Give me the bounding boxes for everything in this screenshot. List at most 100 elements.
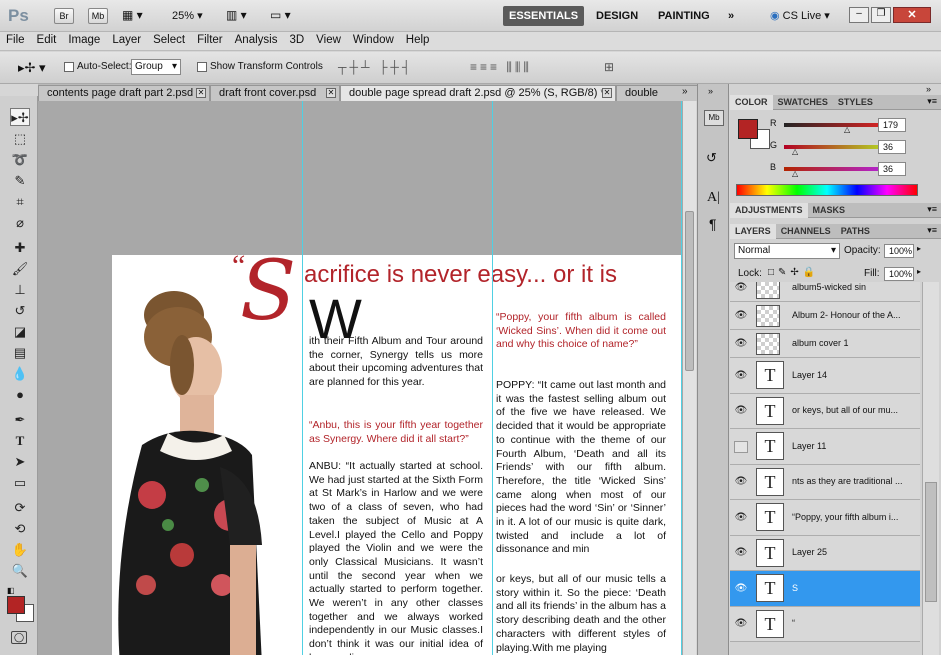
layer-visibility-icon[interactable]	[734, 440, 748, 453]
bridge-button[interactable]: Br	[54, 8, 74, 24]
fill-field[interactable]: 100%	[884, 267, 914, 281]
document-tab[interactable]: contents page draft part 2.psd ✕	[38, 85, 210, 101]
layer-row[interactable]: T Layer 11	[730, 429, 920, 465]
layer-row[interactable]: 👁 T “Poppy, your fifth album i...	[730, 500, 920, 536]
lasso-tool-icon[interactable]: ➰	[10, 151, 30, 169]
guide-line[interactable]	[492, 101, 493, 655]
panel-tab-color[interactable]: COLOR	[730, 95, 773, 110]
auto-align-icon[interactable]: ⊞	[604, 60, 614, 74]
quick-mask-icon[interactable]: ◯	[11, 631, 27, 644]
scrollbar-thumb[interactable]	[685, 211, 694, 371]
layer-row[interactable]: 👁 T Layer 25	[730, 535, 920, 571]
view-extras-icon[interactable]: ▦ ▾	[122, 8, 152, 24]
layer-row[interactable]: 👁 album cover 1	[730, 330, 920, 358]
blend-mode-dropdown[interactable]: Normal ▾	[734, 243, 840, 259]
menu-image[interactable]: Image	[62, 32, 106, 46]
canvas-area[interactable]: “ S acrifice is never easy... or it is W…	[38, 101, 682, 655]
minimize-button[interactable]: –	[849, 7, 869, 23]
eyedropper-tool-icon[interactable]: ⌀	[10, 214, 30, 232]
clone-stamp-tool-icon[interactable]: ⊥	[10, 281, 30, 299]
layer-row[interactable]: 👁 T “	[730, 606, 920, 642]
3d-orbit-tool-icon[interactable]: ⟲	[10, 520, 30, 538]
layer-visibility-icon[interactable]: 👁	[734, 338, 748, 350]
menu-layer[interactable]: Layer	[106, 32, 147, 46]
align-buttons-icon[interactable]: ┬┼┴ ├┼┤	[338, 60, 413, 74]
layer-visibility-icon[interactable]: 👁	[734, 583, 748, 595]
panel-tab-styles[interactable]: STYLES	[833, 95, 878, 110]
mini-bridge-panel-icon[interactable]: Mb	[704, 110, 724, 126]
menu-analysis[interactable]: Analysis	[229, 32, 284, 46]
layer-row[interactable]: 👁 Tor keys, but all of our mu...	[730, 393, 920, 429]
layer-row[interactable]: 👁 Tnts as they are traditional ...	[730, 464, 920, 500]
mini-bridge-button[interactable]: Mb	[88, 8, 108, 24]
zoom-level-dropdown[interactable]: 25% ▾	[172, 9, 203, 22]
layer-visibility-icon[interactable]: 👁	[734, 547, 748, 559]
character-panel-icon[interactable]: A|	[707, 190, 720, 206]
distribute-buttons-icon[interactable]: ≡≡≡ ⫼⫼⫼	[470, 60, 532, 75]
menu-help[interactable]: Help	[400, 32, 436, 46]
eraser-tool-icon[interactable]: ◪	[10, 323, 30, 341]
blue-value-field[interactable]: 36	[878, 162, 906, 176]
tabs-overflow-icon[interactable]: »	[682, 86, 688, 97]
guide-line[interactable]	[302, 101, 303, 655]
zoom-tool-icon[interactable]: 🔍	[10, 562, 30, 580]
layer-visibility-icon[interactable]: 👁	[734, 370, 748, 382]
layer-visibility-icon[interactable]: 👁	[734, 476, 748, 488]
gradient-tool-icon[interactable]: ▤	[10, 344, 30, 362]
quick-selection-tool-icon[interactable]: ✎	[10, 172, 30, 190]
blue-slider-handle[interactable]: △	[792, 169, 798, 178]
canvas-vertical-scrollbar[interactable]	[682, 101, 696, 655]
layer-visibility-icon[interactable]: 👁	[734, 405, 748, 417]
document-canvas[interactable]: “ S acrifice is never easy... or it is W…	[112, 255, 682, 655]
menu-filter[interactable]: Filter	[191, 32, 229, 46]
workspace-painting-button[interactable]: PAINTING	[652, 6, 716, 26]
menu-file[interactable]: File	[0, 32, 31, 46]
auto-select-dropdown[interactable]: Group ▾	[131, 59, 181, 75]
foreground-color-box[interactable]	[738, 119, 758, 139]
panel-tab-adjustments[interactable]: ADJUSTMENTS	[730, 203, 808, 218]
path-selection-tool-icon[interactable]: ➤	[10, 453, 30, 471]
collapse-dock-icon[interactable]: »	[708, 86, 713, 96]
menu-window[interactable]: Window	[347, 32, 400, 46]
default-colors-icon[interactable]: ◧	[7, 586, 15, 595]
layers-scrollbar-thumb[interactable]	[925, 482, 937, 602]
pen-tool-icon[interactable]: ✒	[10, 411, 30, 429]
close-tab-icon[interactable]: ✕	[326, 88, 336, 98]
paragraph-panel-icon[interactable]: ¶	[709, 216, 717, 232]
foreground-color-swatch[interactable]	[7, 596, 25, 614]
layer-row[interactable]: 👁 album5-wicked sin	[730, 282, 920, 302]
panel-tab-channels[interactable]: CHANNELS	[776, 224, 836, 239]
red-slider-handle[interactable]: △	[844, 125, 850, 134]
move-tool-preset-icon[interactable]: ▸✢ ▾	[18, 60, 46, 76]
brush-tool-icon[interactable]: 🖌	[10, 260, 30, 278]
menu-select[interactable]: Select	[147, 32, 191, 46]
auto-select-checkbox[interactable]	[64, 62, 74, 72]
layer-row[interactable]: 👁 T Layer 14	[730, 358, 920, 394]
arrange-documents-icon[interactable]: ▥ ▾	[226, 8, 247, 22]
close-tab-icon[interactable]: ✕	[196, 88, 206, 98]
layer-visibility-icon[interactable]: 👁	[734, 310, 748, 322]
opacity-slider-icon[interactable]: ▸	[917, 244, 921, 253]
panel-tab-paths[interactable]: PATHS	[836, 224, 875, 239]
menu-view[interactable]: View	[310, 32, 347, 46]
hand-tool-icon[interactable]: ✋	[10, 541, 30, 559]
panel-menu-icon[interactable]: ▾≡	[927, 225, 937, 236]
layer-row[interactable]: 👁 T S	[730, 571, 920, 607]
close-tab-icon[interactable]: ✕	[602, 88, 612, 98]
green-value-field[interactable]: 36	[878, 140, 906, 154]
more-workspaces-button[interactable]: »	[722, 6, 740, 26]
document-tab[interactable]: draft front cover.psd ✕	[210, 85, 340, 101]
panel-tab-swatches[interactable]: SWATCHES	[773, 95, 833, 110]
lock-icons[interactable]: □✎✢🔒	[768, 267, 819, 278]
layer-visibility-icon[interactable]: 👁	[734, 282, 748, 294]
panel-menu-icon[interactable]: ▾≡	[927, 204, 937, 215]
workspace-design-button[interactable]: DESIGN	[590, 6, 644, 26]
menu-edit[interactable]: Edit	[31, 32, 63, 46]
workspace-essentials-button[interactable]: ESSENTIALS	[503, 6, 585, 26]
layer-visibility-icon[interactable]: 👁	[734, 512, 748, 524]
opacity-field[interactable]: 100%	[884, 244, 914, 258]
close-button[interactable]: ✕	[893, 7, 931, 23]
layer-visibility-icon[interactable]: 👁	[734, 618, 748, 630]
crop-tool-icon[interactable]: ⌗	[10, 193, 30, 211]
marquee-tool-icon[interactable]: ⬚	[10, 130, 30, 148]
